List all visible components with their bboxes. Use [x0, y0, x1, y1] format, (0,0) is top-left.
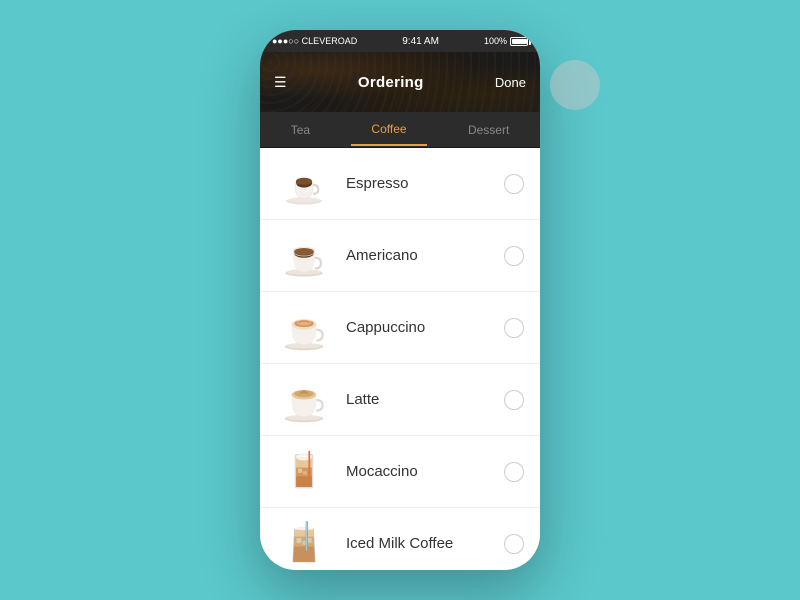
- menu-button[interactable]: ☰: [274, 75, 287, 89]
- espresso-label: Espresso: [346, 175, 504, 192]
- mocaccino-image: [276, 447, 332, 497]
- battery-area: 100%: [484, 36, 528, 46]
- done-button[interactable]: Done: [495, 75, 526, 90]
- iced-milk-coffee-cup-icon: [279, 521, 329, 567]
- cappuccino-label: Cappuccino: [346, 319, 504, 336]
- list-item: Americano: [260, 220, 540, 292]
- mocaccino-cup-icon: [279, 449, 329, 495]
- tab-coffee[interactable]: Coffee: [351, 114, 426, 146]
- list-item: Iced Milk Coffee: [260, 508, 540, 570]
- status-bar: ●●●○○ CLEVEROAD 9:41 AM 100%: [260, 30, 540, 52]
- americano-image: [276, 231, 332, 281]
- mocaccino-radio[interactable]: [504, 462, 524, 482]
- list-item: Latte: [260, 364, 540, 436]
- iced-milk-coffee-radio[interactable]: [504, 534, 524, 554]
- carrier-text: ●●●○○ CLEVEROAD: [272, 36, 357, 46]
- page-title: Ordering: [358, 74, 424, 91]
- tab-tea[interactable]: Tea: [271, 115, 330, 145]
- cappuccino-image: [276, 303, 332, 353]
- latte-image: [276, 375, 332, 425]
- list-item: Espresso: [260, 148, 540, 220]
- header: ☰ Ordering Done: [260, 52, 540, 112]
- espresso-image: [276, 159, 332, 209]
- list-item: Cappuccino: [260, 292, 540, 364]
- americano-cup-icon: [279, 233, 329, 279]
- latte-label: Latte: [346, 391, 504, 408]
- phone-container: ●●●○○ CLEVEROAD 9:41 AM 100% ☰ Ordering …: [260, 30, 540, 570]
- americano-label: Americano: [346, 247, 504, 264]
- list-item: Mocaccino: [260, 436, 540, 508]
- tab-dessert[interactable]: Dessert: [448, 115, 529, 145]
- iced-milk-coffee-label: Iced Milk Coffee: [346, 535, 504, 552]
- espresso-radio[interactable]: [504, 174, 524, 194]
- tab-bar: Tea Coffee Dessert: [260, 112, 540, 148]
- floating-circle: [550, 60, 600, 110]
- espresso-cup-icon: [279, 161, 329, 207]
- iced-milk-coffee-image: [276, 519, 332, 569]
- latte-radio[interactable]: [504, 390, 524, 410]
- coffee-list: Espresso: [260, 148, 540, 570]
- cappuccino-cup-icon: [279, 305, 329, 351]
- battery-percent: 100%: [484, 36, 507, 46]
- phone: ●●●○○ CLEVEROAD 9:41 AM 100% ☰ Ordering …: [260, 30, 540, 570]
- americano-radio[interactable]: [504, 246, 524, 266]
- time-text: 9:41 AM: [402, 36, 439, 47]
- mocaccino-label: Mocaccino: [346, 463, 504, 480]
- battery-fill: [512, 39, 527, 44]
- battery-icon: [510, 37, 528, 46]
- cappuccino-radio[interactable]: [504, 318, 524, 338]
- latte-cup-icon: [279, 377, 329, 423]
